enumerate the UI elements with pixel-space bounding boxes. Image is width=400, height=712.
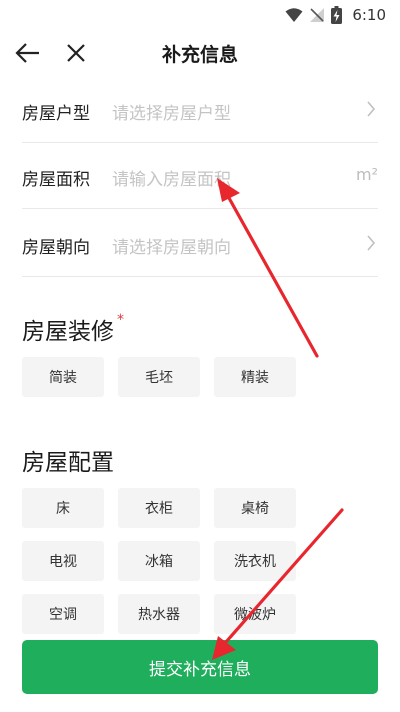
area-unit: m² [356, 165, 378, 184]
config-option[interactable]: 微波炉 [214, 594, 296, 634]
house-orientation-select[interactable]: 请选择房屋朝向 [112, 233, 231, 258]
annotation-arrow-lower [212, 508, 344, 660]
row-house-area[interactable]: 房屋面积 请输入房屋面积 m² [22, 143, 378, 209]
config-option[interactable]: 热水器 [118, 594, 200, 634]
submit-button[interactable]: 提交补充信息 [22, 640, 378, 694]
config-option[interactable]: 电视 [22, 541, 104, 581]
config-option[interactable]: 空调 [22, 594, 104, 634]
row-label: 房屋朝向 [22, 238, 90, 258]
signal-off-icon [310, 8, 325, 22]
status-time: 6:10 [352, 6, 386, 24]
config-option[interactable]: 洗衣机 [214, 541, 296, 581]
decoration-title: 房屋装修 [22, 319, 114, 345]
row-house-orientation[interactable]: 房屋朝向 请选择房屋朝向 [22, 211, 378, 277]
config-option[interactable]: 桌椅 [214, 488, 296, 528]
chevron-right-icon [367, 235, 376, 251]
wifi-icon [285, 8, 303, 22]
chevron-right-icon [367, 101, 376, 117]
config-option[interactable]: 冰箱 [118, 541, 200, 581]
row-label: 房屋面积 [22, 170, 90, 190]
config-section-title: 房屋配置 [22, 450, 114, 476]
decoration-option[interactable]: 精装 [214, 357, 296, 397]
nav-bar: 补充信息 [0, 32, 400, 74]
house-layout-select[interactable]: 请选择房屋户型 [112, 99, 231, 124]
status-bar: 6:10 [0, 0, 400, 32]
config-option[interactable]: 床 [22, 488, 104, 528]
battery-charging-icon [331, 6, 343, 24]
row-house-layout[interactable]: 房屋户型 请选择房屋户型 [22, 77, 378, 143]
required-mark: * [117, 312, 124, 328]
status-icons: 6:10 [285, 6, 386, 24]
decoration-option[interactable]: 毛坯 [118, 357, 200, 397]
decoration-section-title: 房屋装修 * [22, 312, 124, 346]
house-area-input[interactable]: 请输入房屋面积 [112, 165, 231, 190]
page-title: 补充信息 [161, 44, 238, 66]
config-option[interactable]: 衣柜 [118, 488, 200, 528]
row-label: 房屋户型 [22, 104, 90, 124]
decoration-option[interactable]: 简装 [22, 357, 104, 397]
